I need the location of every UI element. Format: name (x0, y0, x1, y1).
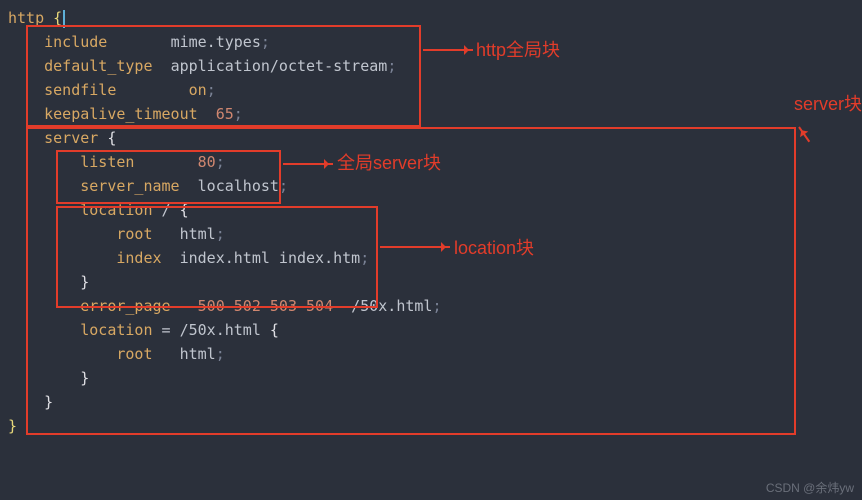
watermark: CSDN @余炜yw (766, 479, 854, 496)
text-cursor (63, 10, 65, 28)
code-line: } (8, 414, 862, 438)
code-line: server_name localhost; (8, 174, 862, 198)
code-line: location / { (8, 198, 862, 222)
annotation-label-location: location块 (454, 234, 534, 260)
code-line: location = /50x.html { (8, 318, 862, 342)
annotation-label-http-global: http全局块 (476, 36, 560, 62)
code-line: } (8, 270, 862, 294)
code-line: error_page 500 502 503 504 /50x.html; (8, 294, 862, 318)
arrow-icon (283, 163, 333, 165)
code-line: sendfile on; (8, 78, 862, 102)
annotation-label-server-global: 全局server块 (337, 149, 441, 175)
code-line: keepalive_timeout 65; (8, 102, 862, 126)
code-line: root html; (8, 222, 862, 246)
code-line: index index.html index.htm; (8, 246, 862, 270)
code-line: } (8, 366, 862, 390)
code-line: server { (8, 126, 862, 150)
code-line: http { (8, 6, 862, 30)
annotation-label-server: server块 (794, 90, 862, 116)
code-line: root html; (8, 342, 862, 366)
code-line: default_type application/octet-stream; (8, 54, 862, 78)
code-line: } (8, 390, 862, 414)
arrow-icon (423, 49, 473, 51)
arrow-icon (380, 246, 450, 248)
